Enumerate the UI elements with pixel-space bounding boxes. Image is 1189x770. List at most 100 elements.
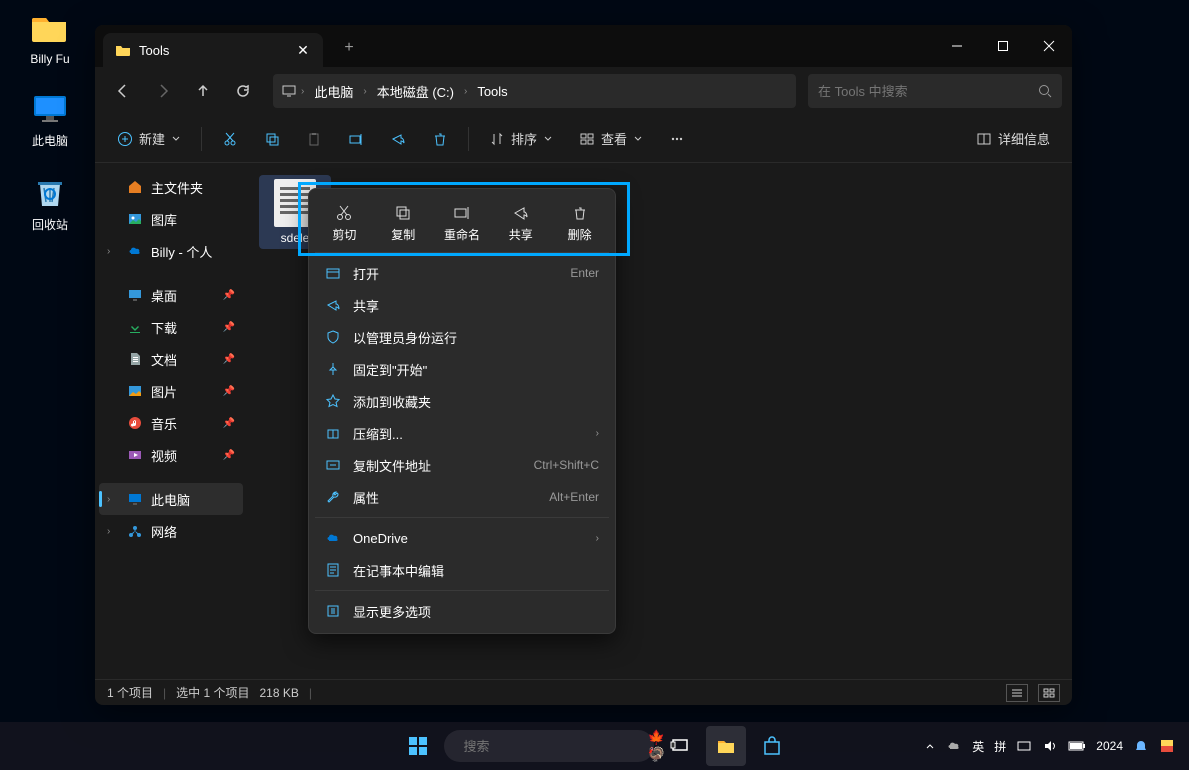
sidebar-item-documents[interactable]: 文档 📌: [99, 343, 243, 375]
maximize-button[interactable]: [980, 25, 1026, 67]
tray-chevron[interactable]: [924, 740, 936, 752]
start-button[interactable]: [398, 726, 438, 766]
tray-ime2[interactable]: 拼: [994, 738, 1006, 755]
breadcrumb-item[interactable]: Tools: [471, 84, 513, 99]
sidebar-item-personal[interactable]: › Billy - 个人: [99, 235, 243, 267]
delete-button[interactable]: [422, 121, 458, 157]
paste-button[interactable]: [296, 121, 332, 157]
desktop-icon-recyclebin[interactable]: 回收站: [15, 172, 85, 233]
breadcrumb-item[interactable]: 此电脑: [308, 82, 359, 101]
ctx-properties[interactable]: 属性 Alt+Enter: [315, 481, 609, 513]
forward-button[interactable]: [145, 73, 181, 109]
ctx-favorites[interactable]: 添加到收藏夹: [315, 385, 609, 417]
details-button[interactable]: 详细信息: [966, 121, 1060, 157]
store-icon: [761, 735, 783, 757]
ctx-pin-start[interactable]: 固定到"开始": [315, 353, 609, 385]
ctx-share[interactable]: 共享: [315, 289, 609, 321]
toolbar: 新建 排序 查看 详细信息: [95, 115, 1072, 163]
sidebar-item-home[interactable]: 主文件夹: [99, 171, 243, 203]
sidebar-label: Billy - 个人: [151, 242, 212, 261]
minimize-button[interactable]: [934, 25, 980, 67]
desktop-icon-user[interactable]: Billy Fu: [15, 8, 85, 66]
windows-icon: [407, 735, 429, 757]
ctx-share-button[interactable]: 共享: [491, 195, 550, 252]
sort-button[interactable]: 排序: [479, 121, 563, 157]
tab[interactable]: Tools ✕: [103, 33, 323, 67]
tray-volume-icon[interactable]: [1042, 738, 1058, 754]
tray-onedrive-icon[interactable]: [946, 738, 962, 754]
share-button[interactable]: [380, 121, 416, 157]
ctx-compress[interactable]: 压缩到... ›: [315, 417, 609, 449]
sidebar-item-music[interactable]: 音乐 📌: [99, 407, 243, 439]
breadcrumb[interactable]: › 此电脑 › 本地磁盘 (C:) › Tools: [273, 74, 796, 108]
tray-app-icon[interactable]: [1159, 738, 1175, 754]
sidebar-item-gallery[interactable]: 图库: [99, 203, 243, 235]
explorer-taskbar-button[interactable]: [706, 726, 746, 766]
ctx-rename-button[interactable]: 重命名: [433, 195, 492, 252]
network-icon: [127, 523, 143, 539]
desktop-icon-thispc[interactable]: 此电脑: [15, 88, 85, 149]
store-taskbar-button[interactable]: [752, 726, 792, 766]
ctx-cut-button[interactable]: 剪切: [315, 195, 374, 252]
taskview-button[interactable]: [660, 726, 700, 766]
ctx-more[interactable]: 显示更多选项: [315, 595, 609, 627]
cut-icon: [222, 131, 238, 147]
home-icon: [127, 179, 143, 195]
sidebar-item-network[interactable]: › 网络: [99, 515, 243, 547]
refresh-button[interactable]: [225, 73, 261, 109]
rename-button[interactable]: [338, 121, 374, 157]
ctx-notepad[interactable]: 在记事本中编辑: [315, 554, 609, 586]
path-icon: [325, 457, 341, 473]
sidebar-label: 图片: [151, 382, 177, 401]
view-button[interactable]: 查看: [569, 121, 653, 157]
tab-close-button[interactable]: ✕: [295, 42, 311, 58]
breadcrumb-item[interactable]: 本地磁盘 (C:): [371, 82, 460, 101]
sidebar-item-pictures[interactable]: 图片 📌: [99, 375, 243, 407]
tray-notifications-icon[interactable]: [1133, 738, 1149, 754]
ctx-label: 固定到"开始": [353, 360, 427, 379]
separator: [201, 127, 202, 151]
ctx-open[interactable]: 打开 Enter: [315, 257, 609, 289]
tray-clock[interactable]: 2024: [1096, 739, 1123, 753]
new-button[interactable]: 新建: [107, 121, 191, 157]
sidebar-item-thispc[interactable]: › 此电脑: [99, 483, 243, 515]
details-label: 详细信息: [998, 129, 1050, 148]
new-tab-button[interactable]: +: [333, 32, 365, 64]
close-button[interactable]: [1026, 25, 1072, 67]
search-input[interactable]: [818, 84, 1030, 99]
sidebar-item-videos[interactable]: 视频 📌: [99, 439, 243, 471]
copy-button[interactable]: [254, 121, 290, 157]
desktop-icon-label: 回收站: [15, 216, 85, 233]
ctx-copy-button[interactable]: 复制: [374, 195, 433, 252]
onedrive-icon: [325, 530, 341, 546]
recycle-icon: [30, 172, 70, 212]
view-details-button[interactable]: [1006, 684, 1028, 702]
sidebar-item-downloads[interactable]: 下载 📌: [99, 311, 243, 343]
taskbar-search[interactable]: 🍁🦃: [444, 730, 654, 762]
taskbar-search-input[interactable]: [464, 739, 640, 754]
pin-icon: 📌: [223, 290, 235, 301]
cut-button[interactable]: [212, 121, 248, 157]
ctx-label: 打开: [353, 264, 379, 283]
sidebar-label: 图库: [151, 210, 177, 229]
ctx-copy-path[interactable]: 复制文件地址 Ctrl+Shift+C: [315, 449, 609, 481]
more-button[interactable]: [659, 121, 695, 157]
sort-icon: [489, 131, 505, 147]
tray-ime1[interactable]: 英: [972, 738, 984, 755]
ctx-onedrive[interactable]: OneDrive ›: [315, 522, 609, 554]
wrench-icon: [325, 489, 341, 505]
sidebar-item-desktop[interactable]: 桌面 📌: [99, 279, 243, 311]
gallery-icon: [127, 211, 143, 227]
tray-battery-icon[interactable]: [1068, 740, 1086, 752]
sidebar-label: 音乐: [151, 414, 177, 433]
back-button[interactable]: [105, 73, 141, 109]
folder-icon: [115, 42, 131, 58]
ctx-delete-button[interactable]: 删除: [550, 195, 609, 252]
up-button[interactable]: [185, 73, 221, 109]
sidebar-label: 此电脑: [151, 490, 190, 509]
ctx-run-admin[interactable]: 以管理员身份运行: [315, 321, 609, 353]
ctx-label: 在记事本中编辑: [353, 561, 444, 580]
search-box[interactable]: [808, 74, 1062, 108]
view-large-button[interactable]: [1038, 684, 1060, 702]
tray-network-icon[interactable]: [1016, 738, 1032, 754]
